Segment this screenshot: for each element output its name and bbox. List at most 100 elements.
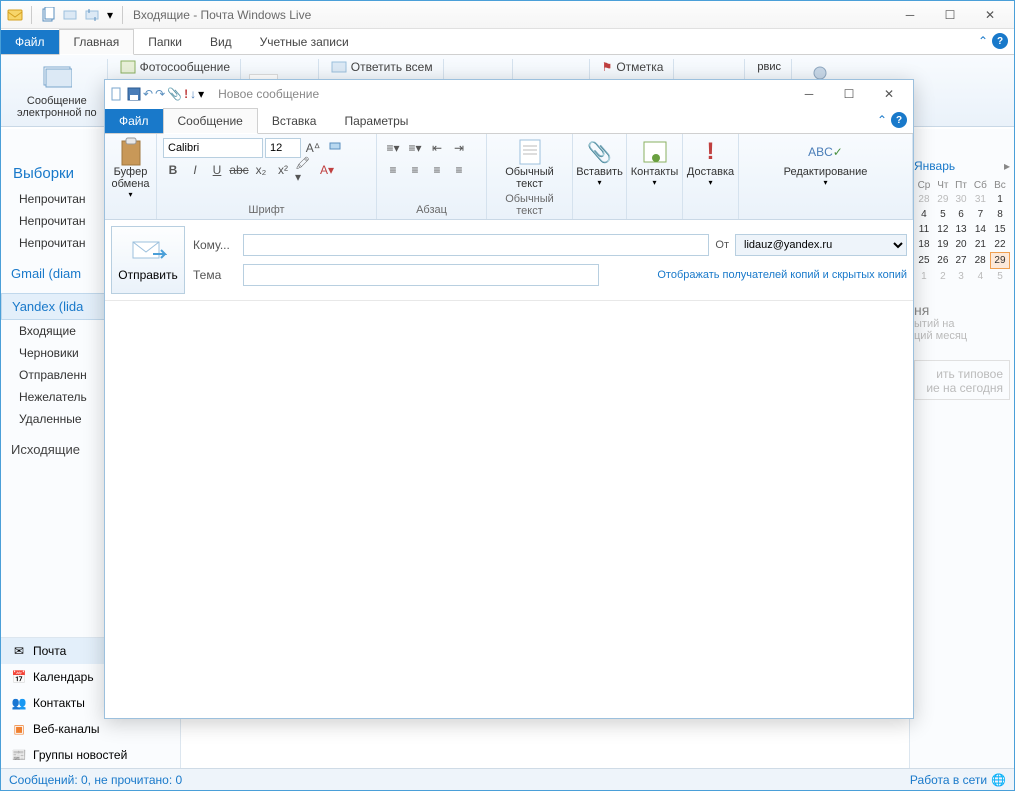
compose-qat-redo-icon[interactable]: ↷ [155, 87, 165, 101]
help-icon[interactable]: ? [992, 33, 1008, 49]
attach-icon: 📎 [585, 138, 615, 166]
nav-feeds[interactable]: ▣Веб-каналы [1, 716, 180, 742]
italic-icon[interactable]: I [185, 160, 205, 180]
indent-icon[interactable]: ⇥ [449, 138, 469, 158]
compose-tab-insert[interactable]: Вставка [258, 109, 331, 133]
compose-ribbon-panel: Буфер обмена ▾ Aᐞ B I U abc x₂ x² [105, 134, 913, 220]
outdent-icon[interactable]: ⇤ [427, 138, 447, 158]
calendar-nav-icon: 📅 [11, 669, 27, 685]
compose-tab-file[interactable]: Файл [105, 109, 163, 133]
align-center-icon[interactable]: ≡ [405, 160, 425, 180]
spellcheck-icon: ABC✓ [810, 138, 840, 166]
mail-nav-icon: ✉ [11, 643, 27, 659]
editing-button[interactable]: ABC✓ Редактирование ▾ [778, 136, 874, 189]
para-group-caption: Абзац [381, 203, 482, 217]
today-text2: ций месяц [914, 330, 1010, 342]
justify-icon[interactable]: ≡ [449, 160, 469, 180]
superscript-icon[interactable]: x² [273, 160, 293, 180]
compose-tab-options[interactable]: Параметры [330, 109, 422, 133]
numbering-icon[interactable]: ≡▾ [405, 138, 425, 158]
plaintext-icon [515, 138, 545, 166]
compose-body[interactable] [105, 301, 913, 718]
font-size-select[interactable] [265, 138, 301, 158]
compose-ribbon-collapse-icon[interactable]: ⌃ [877, 113, 887, 127]
compose-minimize-button[interactable]: ─ [789, 83, 829, 105]
calendar-next-icon[interactable]: ▸ [1004, 159, 1010, 173]
plaintext-button[interactable]: Обычный текст [499, 136, 560, 192]
compose-qat-paste-icon[interactable] [109, 87, 123, 101]
qat-new-icon[interactable] [38, 5, 58, 25]
chevron-down-icon: ▾ [708, 178, 712, 187]
compose-window: ↶ ↷ 📎 ! ↓ ▾ Новое сообщение ─ ☐ ✕ Файл С… [104, 79, 914, 719]
highlight-icon[interactable]: 🖍▾ [295, 160, 315, 180]
compose-fields-area: Отправить Кому... От lidauz@yandex.ru Те… [105, 220, 913, 301]
qat-dropdown-icon[interactable]: ▾ [104, 5, 116, 25]
photo-message-button[interactable]: Фотосообщение [116, 59, 234, 75]
ribbon-collapse-icon[interactable]: ⌃ [978, 34, 988, 48]
tab-folders[interactable]: Папки [134, 30, 196, 54]
calendar-grid[interactable]: СрЧтПтСбВс 282930311 45678 1112131415 18… [914, 179, 1010, 284]
minimize-button[interactable]: ─ [890, 4, 930, 26]
compose-qat-save-icon[interactable] [127, 87, 141, 101]
contacts-nav-icon: 👥 [11, 695, 27, 711]
bold-icon[interactable]: B [163, 160, 183, 180]
from-select[interactable]: lidauz@yandex.ru [735, 234, 907, 256]
close-button[interactable]: ✕ [970, 4, 1010, 26]
show-cc-link[interactable]: Отображать получателей копий и скрытых к… [657, 269, 907, 281]
subject-field[interactable] [243, 264, 599, 286]
chevron-down-icon: ▾ [598, 178, 602, 187]
flag-button[interactable]: ⚑ Отметка [598, 59, 668, 75]
tab-home[interactable]: Главная [59, 29, 135, 55]
qat-sendrecv-icon[interactable] [82, 5, 102, 25]
main-titlebar: ▾ Входящие - Почта Windows Live ─ ☐ ✕ [1, 1, 1014, 29]
new-message-button[interactable]: Сообщение электронной по [13, 59, 101, 121]
send-icon [129, 238, 167, 264]
compose-ribbon-tabs: Файл Сообщение Вставка Параметры ⌃ ? [105, 108, 913, 134]
to-label[interactable]: Кому... [193, 238, 237, 252]
tab-file[interactable]: Файл [1, 30, 59, 54]
qat-reply-icon[interactable] [60, 5, 80, 25]
to-field[interactable] [243, 234, 709, 256]
font-group-caption: Шрифт [161, 203, 372, 217]
compose-qat-priority-low-icon[interactable]: ↓ [190, 87, 196, 101]
font-color-icon[interactable]: A▾ [317, 160, 337, 180]
service-button[interactable]: рвис [753, 59, 785, 75]
status-online: Работа в сети [910, 773, 987, 787]
tab-accounts[interactable]: Учетные записи [246, 30, 363, 54]
main-ribbon-tabs: Файл Главная Папки Вид Учетные записи ⌃ … [1, 29, 1014, 55]
compose-help-icon[interactable]: ? [891, 112, 907, 128]
delivery-button[interactable]: ! Доставка ▾ [681, 136, 740, 189]
contacts-button[interactable]: Контакты ▾ [625, 136, 685, 189]
font-name-select[interactable] [163, 138, 263, 158]
compose-maximize-button[interactable]: ☐ [829, 83, 869, 105]
chevron-down-icon: ▾ [823, 178, 827, 187]
compose-qat-dropdown-icon[interactable]: ▾ [198, 87, 210, 101]
align-left-icon[interactable]: ≡ [383, 160, 403, 180]
photo-icon [120, 60, 136, 74]
calendar-month[interactable]: Январь [914, 159, 955, 173]
today-text1: ытий на [914, 318, 1010, 330]
bullets-icon[interactable]: ≡▾ [383, 138, 403, 158]
compose-qat-priority-high-icon[interactable]: ! [184, 87, 188, 101]
status-message-count: Сообщений: 0, не прочитано: 0 [9, 773, 182, 787]
tab-view[interactable]: Вид [196, 30, 246, 54]
strike-icon[interactable]: abc [229, 160, 249, 180]
subject-label: Тема [193, 268, 237, 282]
underline-icon[interactable]: U [207, 160, 227, 180]
subscript-icon[interactable]: x₂ [251, 160, 271, 180]
grow-font-icon[interactable]: Aᐞ [303, 138, 323, 158]
mail-icon [41, 61, 73, 93]
reply-all-button[interactable]: Ответить всем [327, 59, 437, 75]
compose-tab-message[interactable]: Сообщение [163, 108, 258, 134]
clipboard-button[interactable]: Буфер обмена ▾ [105, 136, 155, 201]
maximize-button[interactable]: ☐ [930, 4, 970, 26]
typical-event-box[interactable]: ить типовое ие на сегодня [914, 360, 1010, 400]
align-right-icon[interactable]: ≡ [427, 160, 447, 180]
format-painter-icon[interactable] [325, 138, 345, 158]
insert-button[interactable]: 📎 Вставить ▾ [570, 136, 629, 189]
send-button[interactable]: Отправить [111, 226, 185, 294]
compose-qat-attach-icon[interactable]: 📎 [167, 87, 182, 101]
compose-qat-undo-icon[interactable]: ↶ [143, 87, 153, 101]
compose-close-button[interactable]: ✕ [869, 83, 909, 105]
nav-newsgroups[interactable]: 📰Группы новостей [1, 742, 180, 768]
